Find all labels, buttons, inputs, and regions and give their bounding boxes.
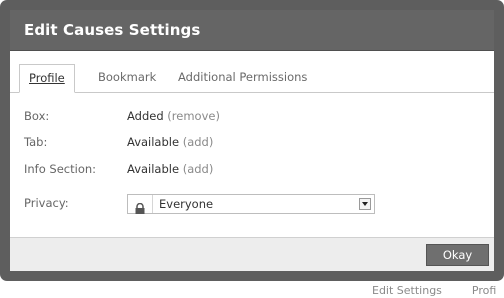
tab-profile[interactable]: Profile xyxy=(19,64,75,93)
info-section-label: Info Section: xyxy=(24,162,97,176)
dialog-frame: Edit Causes Settings Profile Bookmark Ad… xyxy=(0,0,504,281)
tab-additional-permissions-label: Additional Permissions xyxy=(178,70,308,84)
tab-bookmark-label: Bookmark xyxy=(98,70,157,84)
tab-bookmark[interactable]: Bookmark xyxy=(98,64,156,93)
privacy-label: Privacy: xyxy=(24,196,69,210)
okay-button[interactable]: Okay xyxy=(426,244,489,266)
tab-setting-label: Tab: xyxy=(24,135,48,149)
info-section-add-link[interactable]: (add) xyxy=(183,162,214,176)
privacy-select[interactable]: Everyone xyxy=(127,194,375,214)
info-section-status: Available xyxy=(127,162,180,176)
privacy-selected-value: Everyone xyxy=(159,197,214,211)
tab-additional-permissions[interactable]: Additional Permissions xyxy=(178,64,307,93)
box-label: Box: xyxy=(24,109,50,123)
dialog-titlebar: Edit Causes Settings xyxy=(10,10,494,51)
select-divider xyxy=(152,195,153,213)
edit-settings-dialog: Edit Causes Settings Profile Bookmark Ad… xyxy=(10,10,494,271)
lock-icon xyxy=(134,199,146,214)
tab-add-link[interactable]: (add) xyxy=(183,135,214,149)
tab-profile-label: Profile xyxy=(29,71,65,85)
dropdown-arrow-icon[interactable] xyxy=(359,198,371,210)
box-remove-link[interactable]: (remove) xyxy=(167,109,220,123)
dialog-title: Edit Causes Settings xyxy=(24,21,201,39)
tab-bar: Profile Bookmark Additional Permissions xyxy=(10,51,494,93)
background-page-links: Edit Settings Profi xyxy=(372,284,496,297)
background-edit-settings-link: Edit Settings xyxy=(372,284,442,297)
background-profile-link: Profi xyxy=(471,284,497,297)
box-value: Added (remove) xyxy=(127,109,220,123)
box-status: Added xyxy=(127,109,164,123)
info-section-value: Available (add) xyxy=(127,162,213,176)
tab-setting-status: Available xyxy=(127,135,180,149)
tab-setting-value: Available (add) xyxy=(127,135,213,149)
dialog-footer: Okay xyxy=(10,237,494,271)
